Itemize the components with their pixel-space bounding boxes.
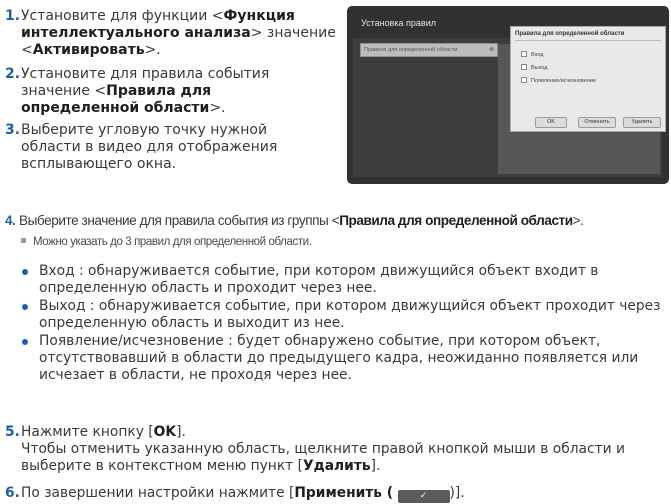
checkbox-label: Вход — [531, 52, 544, 58]
step-number: 3. — [5, 122, 21, 138]
clear-icon[interactable]: ⊗ — [489, 44, 494, 56]
list-item: Выход : обнаруживается событие, при кото… — [22, 298, 667, 332]
list-item: Появление/исчезновение : будет обнаружен… — [22, 333, 667, 384]
step-2: 2. Установите для правила события значен… — [5, 66, 305, 117]
bullet-dot-icon — [22, 269, 28, 275]
step-bold: OK — [153, 424, 177, 440]
checkbox-label: Появление/исчезновение — [531, 78, 597, 84]
note-square-icon — [21, 238, 26, 243]
popup-title: Правила для определенной области — [515, 31, 625, 37]
step-1: 1. Установите для функции <Функция интел… — [5, 8, 340, 59]
rule-settings-screenshot: Установка правил Правила для определенно… — [347, 6, 669, 184]
bullet-dot-icon — [22, 339, 28, 345]
screenshot-title: Установка правил — [361, 18, 436, 28]
bullet-list: Вход : обнаруживается событие, при котор… — [22, 263, 667, 385]
bullet-text: Появление/исчезновение : будет обнаружен… — [39, 333, 639, 383]
ok-button[interactable]: OK — [535, 117, 567, 128]
step-number: 4. — [5, 213, 16, 228]
checkbox-icon[interactable] — [521, 64, 527, 70]
step-bold: Активировать — [32, 42, 145, 58]
step-text: ]. — [176, 424, 186, 440]
checkbox-enter[interactable]: Вход — [521, 51, 543, 59]
checkbox-appear-disappear[interactable]: Появление/исчезновение — [521, 77, 596, 85]
dropdown-value: Правила для определенной области — [364, 47, 458, 53]
step-3: 3. Выберите угловую точку нужной области… — [5, 122, 325, 173]
step-number: 6. — [5, 485, 20, 501]
checkbox-icon[interactable] — [521, 77, 527, 83]
step-text: Нажмите кнопку [ — [21, 424, 154, 440]
checkbox-label: Выход — [531, 65, 548, 71]
apply-check-icon: ✓ — [397, 490, 450, 503]
step-text: Выберите значение для правила события из… — [19, 213, 340, 228]
step-4: 4. Выберите значение для правила события… — [5, 212, 670, 229]
bullet-text: Вход : обнаруживается событие, при котор… — [39, 263, 599, 296]
step-number: 2. — [5, 66, 21, 82]
step-text: Выберите угловую точку нужной области в … — [21, 122, 278, 172]
bullet-text: Выход : обнаруживается событие, при кото… — [39, 298, 661, 331]
step-text: >. — [209, 100, 226, 116]
checkbox-icon[interactable] — [521, 51, 527, 57]
step-text: ]. — [370, 458, 381, 474]
step-6: 6. По завершении настройки нажмите [Прим… — [5, 485, 665, 503]
cancel-button[interactable]: Отменить — [578, 117, 616, 128]
note-text: Можно указать до 3 правил для определенн… — [33, 236, 312, 248]
bullet-dot-icon — [22, 304, 28, 310]
step-bold: Правила для определенной области — [339, 213, 573, 228]
delete-button[interactable]: Удалить — [623, 117, 661, 128]
step-number: 5. — [5, 424, 20, 440]
step-text: Установите для функции < — [21, 8, 224, 24]
note: Можно указать до 3 правил для определенн… — [21, 236, 312, 248]
step-number: 1. — [5, 8, 21, 24]
step-text: )]. — [449, 485, 465, 501]
step-text: >. — [572, 213, 584, 228]
rules-popup: Правила для определенной области Вход Вы… — [510, 26, 666, 132]
step-text: По завершении настройки нажмите [ — [21, 485, 295, 501]
rule-type-dropdown[interactable]: Правила для определенной области ⊗ — [360, 43, 498, 57]
list-item: Вход : обнаруживается событие, при котор… — [22, 263, 667, 297]
step-5: 5. Нажмите кнопку [OK]. Чтобы отменить у… — [5, 424, 665, 475]
step-text: >. — [144, 42, 161, 58]
step-bold: Удалить — [302, 458, 371, 474]
popup-divider — [515, 40, 661, 41]
checkbox-exit[interactable]: Выход — [521, 64, 547, 72]
step-bold: Применить ( — [294, 485, 394, 501]
